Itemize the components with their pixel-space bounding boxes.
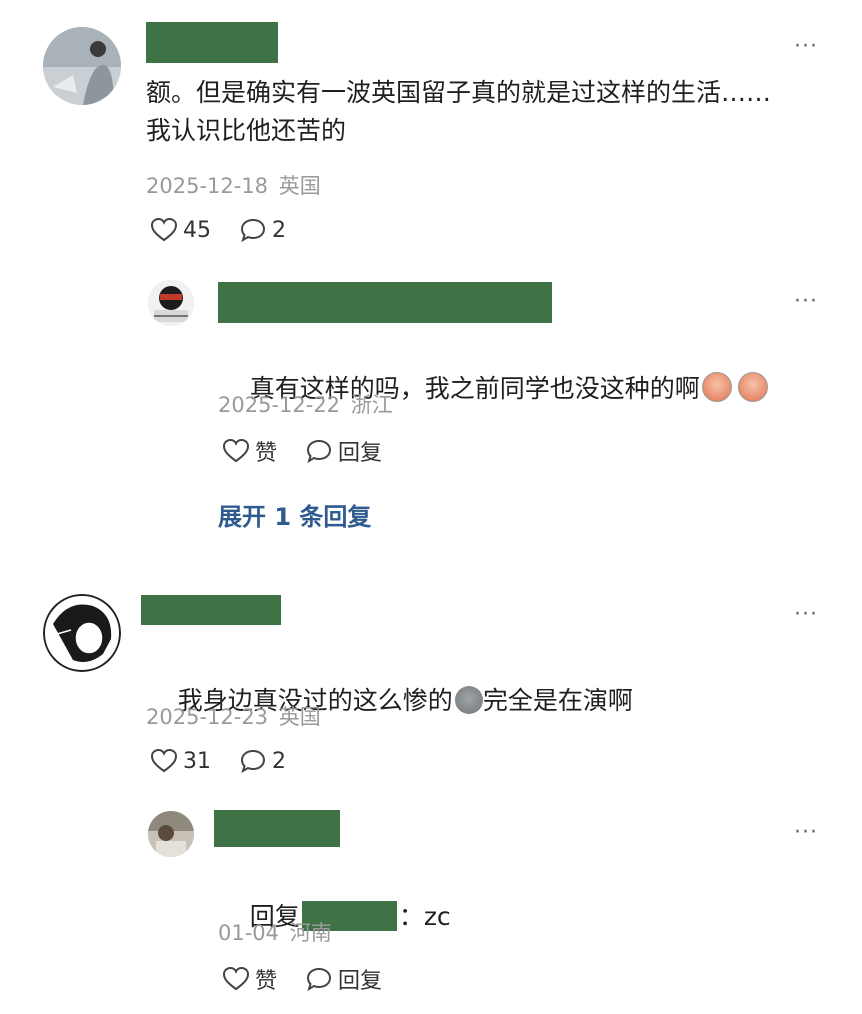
comment-meta: 01-04 河南: [218, 917, 332, 947]
reply-label: 回复: [338, 969, 383, 994]
more-icon[interactable]: ···: [794, 822, 818, 844]
comment-location: 河南: [289, 921, 332, 945]
comment-date: 01-04: [218, 921, 280, 945]
comment-actions: 赞 回复: [222, 963, 410, 995]
username-redacted[interactable]: [214, 810, 340, 847]
heart-icon: [222, 966, 250, 991]
comment-4: ··· 回复 ：zc 01-04 河南 赞 回复: [0, 0, 862, 1014]
avatar[interactable]: [148, 811, 194, 857]
like-button[interactable]: 赞: [222, 963, 277, 995]
avatar-photo-icon: [148, 811, 194, 857]
reply-button[interactable]: 回复: [305, 963, 382, 995]
like-label: 赞: [255, 969, 278, 994]
comment-bubble-icon: [307, 967, 332, 992]
reply-body: ：zc: [398, 902, 451, 931]
